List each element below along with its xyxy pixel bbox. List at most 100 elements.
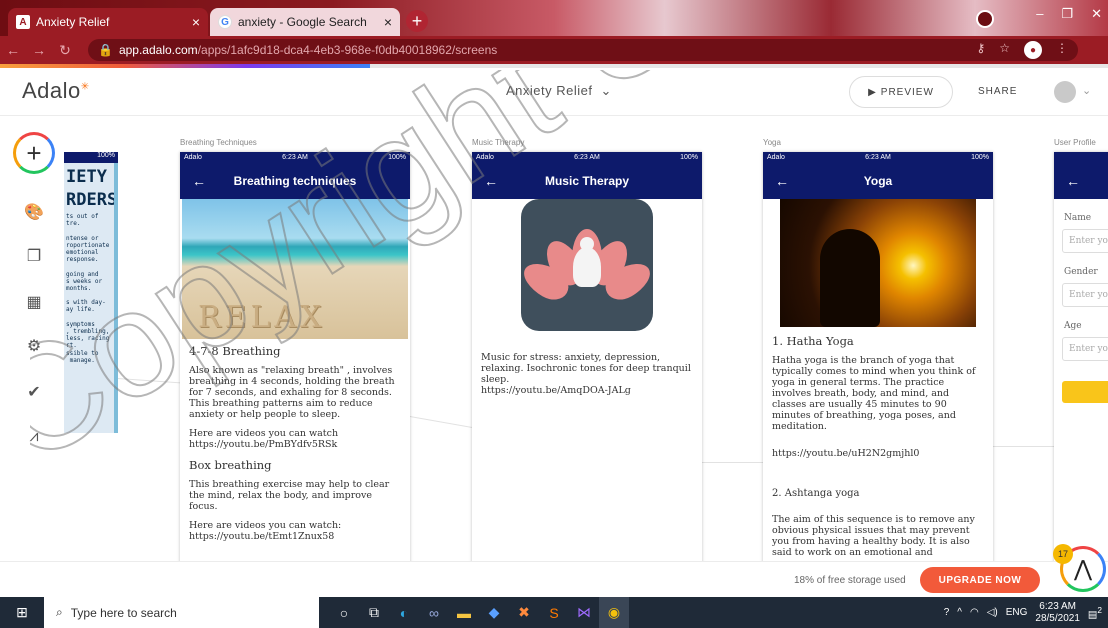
add-component-button[interactable]: + (13, 132, 55, 174)
settings-gear-icon[interactable]: ⚙ (24, 336, 44, 356)
app-bar: ← Music Therapy (472, 163, 702, 199)
upgrade-now-button[interactable]: UPGRADE NOW (920, 567, 1040, 593)
heading-box-breathing: Box breathing (189, 457, 272, 472)
relax-beach-image: RELAX (182, 199, 408, 339)
forward-arrow-icon[interactable]: → (26, 42, 52, 58)
back-arrow-icon[interactable]: ← (484, 173, 498, 189)
task-view-icon[interactable]: ⧉ (359, 597, 389, 628)
sublime-icon[interactable]: S (539, 597, 569, 628)
account-icon[interactable]: ● (1024, 41, 1042, 59)
age-field[interactable]: Enter yo (1062, 337, 1108, 361)
screen-breathing-techniques[interactable]: Adalo 6:23 AM 100% ← Breathing techniques … (180, 152, 410, 561)
taskbar-search-input[interactable]: ⌕ Type here to search (44, 597, 319, 628)
xampp-icon[interactable]: ✖ (509, 597, 539, 628)
new-tab-button[interactable]: + (406, 10, 428, 32)
back-arrow-icon[interactable]: ← (192, 173, 206, 189)
paragraph: Here are videos you can watch: https://y… (189, 519, 342, 542)
app-name: Anxiety Relief (506, 83, 593, 98)
screen-yoga[interactable]: Adalo 6:23 AM 100% ← Yoga 1. Hatha Yoga Ha… (763, 152, 993, 561)
yoga-sunset-image (780, 199, 976, 327)
paragraph: Music for stress: anxiety, depression, r… (481, 352, 691, 385)
anxiety-poster-image: IETY RDERS ts out of tre. ntense or ropo… (64, 163, 118, 433)
url-domain: app.adalo.com (118, 43, 198, 57)
address-bar-row: ← → ↻ 🔒 app.adalo.com/apps/1afc9d18-dca4… (0, 36, 1108, 64)
screen-user-profile[interactable]: ← Name Enter yo Gender Enter yo Age Ente… (1054, 152, 1108, 561)
tab-google-search[interactable]: G anxiety - Google Search × (210, 8, 400, 36)
search-icon: ⌕ (56, 605, 63, 619)
adalo-logo[interactable]: Adalo✳ (22, 78, 90, 104)
close-icon[interactable]: × (384, 14, 392, 30)
back-arrow-icon[interactable]: ← (0, 42, 26, 58)
chevron-down-icon[interactable]: ⌄ (1082, 84, 1091, 97)
help-count-badge: 17 (1053, 544, 1073, 564)
screens-icon[interactable]: ❐ (24, 246, 44, 266)
analytics-icon[interactable]: ⩘ (24, 428, 44, 448)
gender-field[interactable]: Enter yo (1062, 283, 1108, 307)
windows-start-icon[interactable]: ⊞ (0, 597, 44, 628)
lock-icon: 🔒 (98, 43, 113, 57)
screen-label: Yoga (763, 138, 781, 147)
app-switcher[interactable]: Anxiety Relief ⌄ (506, 83, 612, 99)
screen-title: Music Therapy (544, 174, 630, 188)
infinity-app-icon[interactable]: ∞ (419, 597, 449, 628)
name-field[interactable]: Enter yo (1062, 229, 1108, 253)
more-menu-icon[interactable]: ⋮ (1056, 41, 1068, 59)
network-icon[interactable]: ◠ (970, 607, 979, 618)
screen-label: Breathing Techniques (180, 138, 257, 147)
submit-button[interactable] (1062, 381, 1108, 403)
database-icon[interactable]: ▦ (24, 292, 44, 312)
visual-studio-icon[interactable]: ⋈ (569, 597, 599, 628)
screen-label: User Profile (1054, 138, 1096, 147)
adalo-footer: 18% of free storage used UPGRADE NOW ⋀ 1… (0, 544, 1108, 597)
screen-title: Yoga (863, 174, 893, 188)
browser-profile-icon[interactable] (976, 10, 994, 28)
dropbox-icon[interactable]: ◆ (479, 597, 509, 628)
minimize-icon[interactable]: – (1036, 6, 1043, 22)
publish-icon[interactable]: ✔ (24, 382, 44, 402)
left-toolbar: + 🎨 ❐ ▦ ⚙ ✔ ⩘ (0, 116, 64, 561)
back-arrow-icon[interactable]: ← (1066, 173, 1080, 189)
chrome-icon[interactable]: ◉ (599, 597, 629, 628)
screen-music-therapy[interactable]: Adalo 6:23 AM 100% ← Music Therapy Music f… (472, 152, 702, 561)
maximize-icon[interactable]: ❐ (1061, 6, 1073, 22)
tab-anxiety-relief[interactable]: A Anxiety Relief × (8, 8, 208, 36)
heading-hatha: 1. Hatha Yoga (772, 334, 854, 348)
notifications-icon[interactable]: ▤2 (1088, 605, 1102, 620)
adalo-header: Adalo✳ Anxiety Relief ⌄ ▶ PREVIEW SHARE … (0, 68, 1108, 116)
close-window-icon[interactable]: ✕ (1091, 6, 1102, 22)
url-field[interactable]: 🔒 app.adalo.com/apps/1afc9d18-dca4-4eb3-… (88, 39, 1078, 61)
edge-icon[interactable]: ◐ (389, 597, 419, 628)
cortana-icon[interactable]: ○ (329, 597, 359, 628)
clock[interactable]: 6:23 AM 28/5/2021 (1035, 601, 1080, 625)
palette-icon[interactable]: 🎨 (24, 202, 44, 222)
status-bar: Adalo 6:23 AM 100% (472, 152, 702, 163)
link-line (993, 446, 1057, 447)
adalo-favicon-icon: A (16, 15, 30, 29)
youtube-link[interactable]: https://youtu.be/AmqDOA-JALg (481, 385, 693, 397)
youtube-link[interactable]: https://youtu.be/uH2N2gmjhl0 (772, 448, 984, 460)
paragraph: Here are videos you can watch https://yo… (189, 427, 339, 450)
reload-icon[interactable]: ↻ (52, 42, 78, 59)
language-indicator[interactable]: ENG (1006, 607, 1028, 618)
paragraph: Hatha yoga is the branch of yoga that ty… (772, 355, 976, 432)
url-path: /apps/1afc9d18-dca4-4eb3-968e-f0db400189… (197, 43, 498, 57)
heading-ashtanga: 2. Ashtanga yoga (772, 487, 860, 499)
screens-canvas[interactable]: 100% IETY RDERS ts out of tre. ntense or… (64, 116, 1108, 561)
chevron-up-icon[interactable]: ^ (957, 607, 962, 618)
paragraph: Also known as "relaxing breath" , involv… (189, 365, 395, 420)
user-avatar[interactable] (1054, 81, 1076, 103)
link-line (700, 462, 764, 463)
paragraph: This breathing exercise may help to clea… (189, 478, 390, 512)
share-button[interactable]: SHARE (978, 86, 1017, 97)
app-bar: ← Yoga (763, 163, 993, 199)
help-tray-icon[interactable]: ? (944, 607, 950, 618)
preview-button[interactable]: ▶ PREVIEW (849, 76, 953, 108)
bookmark-star-icon[interactable]: ☆ (999, 41, 1010, 59)
windows-taskbar: ⊞ ⌕ Type here to search ○ ⧉ ◐ ∞ ▬ ◆ ✖ S … (0, 597, 1108, 628)
storage-usage-text: 18% of free storage used (794, 575, 906, 586)
back-arrow-icon[interactable]: ← (775, 173, 789, 189)
key-icon[interactable]: ⚷ (976, 41, 985, 59)
file-explorer-icon[interactable]: ▬ (449, 597, 479, 628)
volume-icon[interactable]: ◁) (987, 607, 998, 618)
close-icon[interactable]: × (192, 14, 200, 30)
